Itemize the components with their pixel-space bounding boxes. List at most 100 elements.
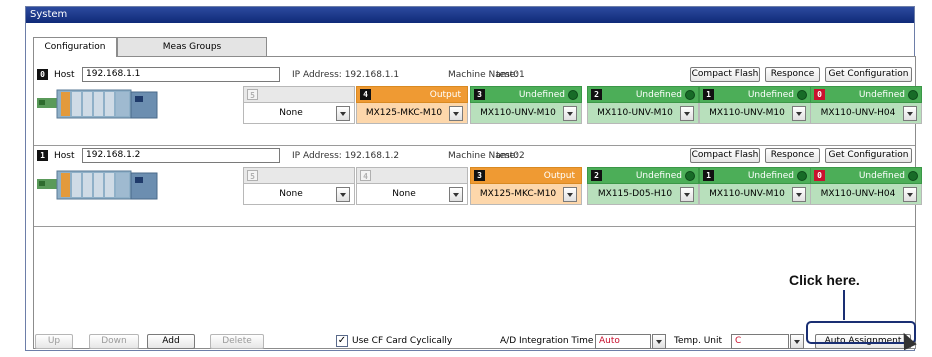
machine-name-value: test02 [496,151,525,161]
machine-row: 0 Host 192.168.1.1 IP Address: 192.168.1.1 M… [34,66,922,146]
module-slot: 3 Output MX125-MKC-M10 [470,167,582,205]
dropdown-arrow-icon[interactable] [680,187,694,202]
slot-body: MX110-UNV-M10 [699,184,811,205]
slot-header: 0 Undefined [810,86,922,103]
dropdown-arrow-icon[interactable] [903,187,917,202]
slot-status-label: Undefined [747,171,794,181]
add-button[interactable]: Add [147,334,195,349]
module-slot: 3 Undefined MX110-UNV-M10 [470,86,582,124]
ip-value: 192.168.1.1 [344,70,400,80]
responce-button[interactable]: Responce [765,148,820,163]
slot-header: 3 Undefined [470,86,582,103]
machine-row: 1 Host 192.168.1.2 IP Address: 192.168.1.2 M… [34,147,922,227]
slot-header: 2 Undefined [587,167,699,184]
down-button[interactable]: Down [89,334,139,349]
temp-unit-select[interactable]: C [731,334,789,349]
temp-dropdown-icon[interactable] [790,334,804,349]
get-configuration-button[interactable]: Get Configuration [825,148,912,163]
tab-configuration[interactable]: Configuration [33,37,117,57]
slot-number-badge: 2 [591,89,602,100]
dropdown-arrow-icon[interactable] [336,187,350,202]
dropdown-arrow-icon[interactable] [449,106,463,121]
configuration-panel: 0 Host 192.168.1.1 IP Address: 192.168.1.1 M… [33,56,922,349]
slot-body: MX110-UNV-M10 [699,103,811,124]
machine-name-value: test01 [496,70,525,80]
machine-number-badge: 1 [37,150,48,161]
slot-number-badge: 2 [591,170,602,181]
slot-body: MX115-D05-H10 [587,184,699,205]
machine-number-badge: 0 [37,69,48,80]
module-status-icon [685,171,695,181]
dropdown-arrow-icon[interactable] [336,106,350,121]
dropdown-arrow-icon[interactable] [680,106,694,121]
dropdown-arrow-icon[interactable] [449,187,463,202]
host-label: Host [54,70,75,80]
up-button[interactable]: Up [35,334,73,349]
tab-meas-groups[interactable]: Meas Groups [117,37,267,56]
module-status-icon [568,90,578,100]
module-slot: 2 Undefined MX110-UNV-M10 [587,86,699,124]
slot-status-label: Output [429,90,461,100]
host-input[interactable]: 192.168.1.1 [82,67,280,82]
checkmark-icon: ✓ [337,335,347,346]
module-slot: 4 Output MX125-MKC-M10 [356,86,468,124]
get-configuration-button[interactable]: Get Configuration [825,67,912,82]
module-status-icon [685,90,695,100]
module-slot: 4 None [356,167,468,205]
compact-flash-button[interactable]: Compact Flash [690,67,760,82]
dropdown-arrow-icon[interactable] [563,106,577,121]
slot-body: MX110-UNV-M10 [470,103,582,124]
slot-header: 5 [243,86,355,103]
ip-prefix: IP Address: [292,151,342,161]
module-status-icon [908,171,918,181]
module-status-icon [797,90,807,100]
slot-body: None [243,184,355,205]
slot-status-label: Undefined [858,90,905,100]
slot-status-label: Undefined [518,90,565,100]
delete-button[interactable]: Delete [210,334,264,349]
slot-status-label: Undefined [635,90,682,100]
callout-text: Click here. [789,272,860,288]
module-slot: 1 Undefined MX110-UNV-M10 [699,167,811,205]
responce-button[interactable]: Responce [765,67,820,82]
module-slot: 2 Undefined MX115-D05-H10 [587,167,699,205]
module-slot: 1 Undefined MX110-UNV-M10 [699,86,811,124]
slot-number-badge: 3 [474,170,485,181]
slot-number-badge: 5 [247,170,258,181]
temp-unit-label: Temp. Unit [674,336,723,346]
host-input[interactable]: 192.168.1.2 [82,148,280,163]
slot-body: MX125-MKC-M10 [470,184,582,205]
slot-header: 4 [356,167,468,184]
slot-header: 3 Output [470,167,582,184]
dropdown-arrow-icon[interactable] [792,106,806,121]
slot-number-badge: 4 [360,170,371,181]
dropdown-arrow-icon[interactable] [563,187,577,202]
dropdown-arrow-icon[interactable] [792,187,806,202]
module-slot: 5 None [243,86,355,124]
use-cf-checkbox[interactable]: ✓ [336,335,348,347]
slot-body: None [356,184,468,205]
compact-flash-button[interactable]: Compact Flash [690,148,760,163]
slot-body: MX110-UNV-M10 [587,103,699,124]
slot-status-label: Undefined [635,171,682,181]
device-image [37,86,161,120]
dropdown-arrow-icon[interactable] [903,106,917,121]
system-window: System Configuration Meas Groups 0 Host 19… [25,6,922,351]
slot-header: 1 Undefined [699,86,811,103]
slot-status-label: Undefined [747,90,794,100]
slot-header: 5 [243,167,355,184]
host-label: Host [54,151,75,161]
ad-dropdown-icon[interactable] [652,334,666,349]
slot-body: MX125-MKC-M10 [356,103,468,124]
slot-header: 2 Undefined [587,86,699,103]
callout-line [843,290,845,320]
ad-integration-select[interactable]: Auto [595,334,651,349]
slot-number-badge: 1 [703,170,714,181]
slot-number-badge: 0 [814,89,825,100]
module-status-icon [908,90,918,100]
slot-number-badge: 4 [360,89,371,100]
window-title: System [26,7,914,23]
slot-header: 1 Undefined [699,167,811,184]
slot-status-label: Undefined [858,171,905,181]
slot-body: MX110-UNV-H04 [810,103,922,124]
